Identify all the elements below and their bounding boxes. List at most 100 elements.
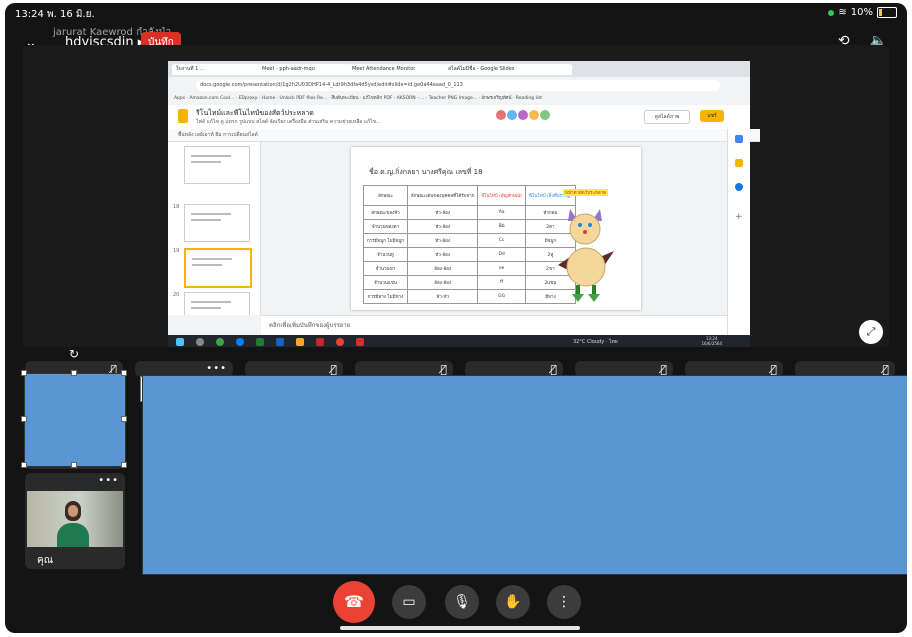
- chrome-icon[interactable]: [336, 338, 344, 346]
- table-header: ลักษณะเด่นของบุคคลที่ได้รับจาก: [406, 185, 479, 206]
- thumbnail-number: 18: [173, 204, 180, 210]
- self-video-feed: [27, 491, 123, 547]
- url-bar[interactable]: docs.google.com/presentation/d/1g2h2U03D…: [196, 80, 720, 91]
- speaker-notes[interactable]: คลิกเพื่อเพิ่มบันทึกของผู้บรรยาย: [261, 315, 735, 336]
- menu-bar[interactable]: ไฟล์ แก้ไข ดู แทรก รูปแบบ สไลด์ จัดเรียง…: [196, 118, 381, 126]
- pdf-icon[interactable]: [316, 338, 324, 346]
- keep-icon[interactable]: [735, 159, 743, 167]
- thumbnail-number: 20: [173, 292, 180, 298]
- mic-icon[interactable]: 🎙: [445, 585, 479, 619]
- resize-handle[interactable]: [121, 416, 127, 422]
- folder-icon[interactable]: [296, 338, 304, 346]
- bookmark[interactable]: Apps: [174, 96, 185, 101]
- powerpoint-icon[interactable]: [356, 338, 364, 346]
- resize-handle[interactable]: [21, 462, 27, 468]
- slide-title: ชื่อ ด.ญ.กิ่งกลยา นางศรีคุณ เลขที่ 18: [369, 168, 483, 176]
- slide-thumbnail[interactable]: [184, 204, 250, 242]
- line-icon[interactable]: [216, 338, 224, 346]
- shared-screen: ใบงานที่ 1 ... Meet - pph-aadr-mqu Meet …: [23, 45, 889, 347]
- resize-handle[interactable]: [121, 370, 127, 376]
- start-icon[interactable]: [176, 338, 184, 346]
- table-cell: การมีจมูก ไม่มีจมูก: [363, 233, 408, 248]
- table-header: ลักษณะ: [363, 185, 408, 206]
- end-call-icon[interactable]: ☎: [333, 581, 375, 623]
- resize-handle[interactable]: [121, 462, 127, 468]
- slides-toolbar[interactable]: พื้นหลัง เลย์เอาท์ ธีม การเปลี่ยนสไลด์: [168, 129, 760, 142]
- avatar[interactable]: [540, 110, 550, 120]
- resize-handle[interactable]: [71, 462, 77, 468]
- call-controls: ☎ ▭ 🎙 ✋ ⋮: [5, 581, 907, 625]
- rotate-handle-icon[interactable]: ↻: [69, 347, 79, 361]
- edge-icon[interactable]: [236, 338, 244, 346]
- slide-thumbnail[interactable]: [184, 292, 250, 315]
- table-cell: หัว-ล้อง: [406, 219, 479, 234]
- table-row: จำนวนขา ล้อง-ล้อง ee 2ขา: [363, 261, 576, 276]
- share-button[interactable]: แชร์: [700, 110, 724, 122]
- bookmark[interactable]: AKSORN - ...: [397, 96, 425, 101]
- tasks-icon[interactable]: [735, 183, 743, 191]
- self-view-tile[interactable]: ••• คุณ: [25, 473, 125, 569]
- resize-handle[interactable]: [21, 416, 27, 422]
- bookmarks-bar: Apps · Amazon.com Cool... · EDproxy - Ho…: [174, 96, 543, 101]
- word-icon[interactable]: [276, 338, 284, 346]
- table-cell: ลักษณะของหัว: [363, 205, 408, 220]
- home-indicator[interactable]: [340, 626, 580, 630]
- browser-tab[interactable]: Meet - pph-aadr-mqu: [258, 64, 350, 75]
- taskbar-weather: 32°C Cloudy · ไทย: [573, 339, 618, 345]
- slide-thumbnail-selected[interactable]: [184, 248, 252, 288]
- bookmark[interactable]: Reading list: [516, 96, 542, 101]
- bookmark[interactable]: Unlock PDF files Re...: [280, 96, 327, 101]
- selected-shape[interactable]: [24, 373, 126, 467]
- monster-leg: [576, 285, 580, 295]
- more-icon[interactable]: •••: [98, 475, 119, 486]
- battery-icon: [877, 7, 897, 18]
- more-icon[interactable]: •••: [206, 363, 227, 374]
- avatar[interactable]: [496, 110, 506, 120]
- table-cell: Dd: [477, 247, 526, 262]
- bookmark[interactable]: แก้ไขคลิก PDF: [363, 96, 393, 101]
- table-cell: จำนวนของตา: [363, 219, 408, 234]
- table-header-row: ลักษณะ ลักษณะเด่นของบุคคลที่ได้รับจาก จี…: [363, 185, 576, 206]
- slide-thumbnail[interactable]: [184, 146, 250, 184]
- windows-taskbar: 32°C Cloudy · ไทย 13:24 16/6/2564: [168, 335, 750, 347]
- present-button[interactable]: ดูสไลด์ภาพ: [644, 110, 690, 124]
- slide-filmstrip: 18 19 20: [168, 142, 261, 315]
- taskbar-clock: 13:24 16/6/2564: [701, 336, 722, 346]
- bookmark[interactable]: สืบค้นทะเบียน: [331, 96, 358, 101]
- avatar[interactable]: [518, 110, 528, 120]
- bookmark[interactable]: EDproxy - Home: [239, 96, 276, 101]
- table-cell: จำนวนขา: [363, 261, 408, 276]
- expand-icon[interactable]: ⤢: [859, 320, 883, 344]
- table-cell: หัว-ล้อง: [406, 205, 479, 220]
- bookmark[interactable]: Teacher PNG Image...: [429, 96, 477, 101]
- bookmark[interactable]: อักษรเจริญทัศน์: [481, 96, 511, 101]
- bookmark[interactable]: Amazon.com Cool...: [189, 96, 234, 101]
- camera-icon[interactable]: ▭: [392, 585, 426, 619]
- avatar[interactable]: [529, 110, 539, 120]
- browser-tab[interactable]: Meet Attendance Monitor: [348, 64, 446, 75]
- slides-logo-icon[interactable]: [178, 109, 188, 123]
- more-vert-icon[interactable]: ⋮: [547, 585, 581, 619]
- table-header: จีโนไทป์ (สัญลักษณ์): [477, 185, 526, 206]
- monster-head: [569, 213, 601, 245]
- calendar-icon[interactable]: [735, 135, 743, 143]
- add-icon[interactable]: +: [735, 213, 743, 222]
- resize-handle[interactable]: [71, 370, 77, 376]
- browser-tab-active[interactable]: สไลด์ไม่มีชื่อ - Google Slides: [444, 64, 572, 75]
- current-slide[interactable]: ชื่อ ด.ญ.กิ่งกลยา นางศรีคุณ เลขที่ 18 ลั…: [351, 147, 641, 310]
- table-cell: การมีหาง ไม่มีหาง: [363, 289, 408, 304]
- search-icon[interactable]: [196, 338, 204, 346]
- collaborator-avatars: [496, 110, 550, 120]
- table-cell: หัว-หัว: [406, 289, 479, 304]
- table-row: จำนวนแขน ล้อง-ล้อง ff 2แขน: [363, 275, 576, 290]
- raise-hand-icon[interactable]: ✋: [496, 585, 530, 619]
- large-blue-shape[interactable]: [142, 375, 907, 575]
- browser-tab[interactable]: ใบงานที่ 1 ...: [172, 64, 260, 75]
- resize-handle[interactable]: [21, 370, 27, 376]
- tablet-screen: 13:24 พ. 16 มิ.ย. ≋ 10% ⌄ jarurat Kaewro…: [5, 3, 907, 633]
- table-cell: GG: [477, 289, 526, 304]
- avatar[interactable]: [507, 110, 517, 120]
- table-row: การมีจมูก ไม่มีจมูก หัว-ล้อง Cc มีจมูก: [363, 233, 576, 248]
- table-cell: ล้อง-ล้อง: [406, 261, 479, 276]
- excel-icon[interactable]: [256, 338, 264, 346]
